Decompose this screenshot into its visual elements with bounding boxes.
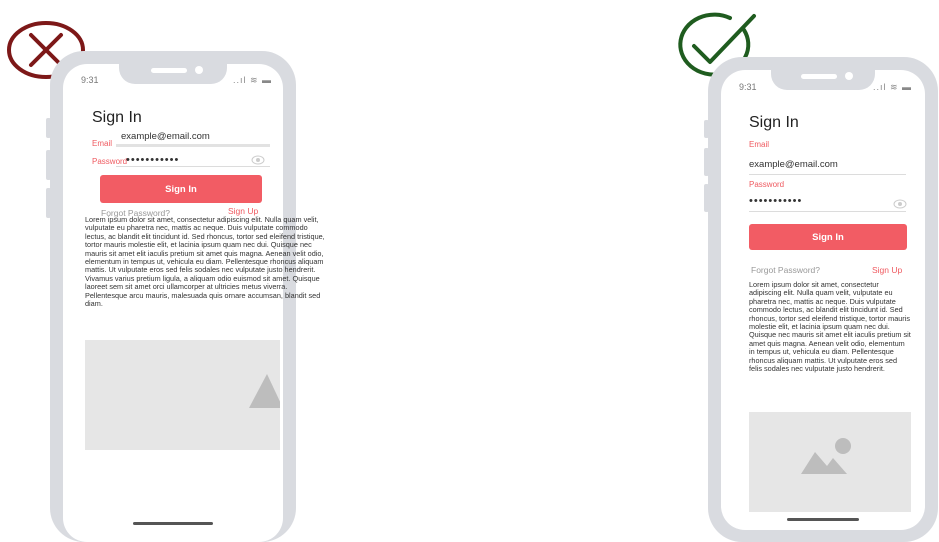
email-label: Email [92, 139, 113, 148]
body-text: Lorem ipsum dolor sit amet, consectetur … [85, 216, 325, 309]
email-underline [116, 144, 270, 147]
home-indicator [787, 518, 859, 521]
side-button [46, 188, 51, 218]
side-button [46, 150, 51, 180]
email-underline [749, 174, 906, 175]
email-field[interactable]: example@email.com [121, 131, 210, 142]
page-title: Sign In [92, 109, 142, 126]
password-underline [749, 211, 906, 212]
side-button [46, 118, 51, 138]
camera [195, 66, 203, 74]
speaker [801, 74, 837, 79]
side-button [704, 120, 709, 138]
home-indicator [133, 522, 213, 525]
phone-notch [771, 70, 875, 90]
status-time: 9:31 [81, 75, 99, 85]
sign-in-button[interactable]: Sign In [100, 175, 262, 203]
good-phone-screen: 9:31 ..ıl ≋ ▬ Sign In Email example@emai… [721, 70, 925, 530]
sign-in-button[interactable]: Sign In [749, 224, 907, 250]
email-field[interactable]: example@email.com [749, 159, 838, 170]
phone-notch [119, 64, 227, 84]
status-icons: ..ıl ≋ ▬ [233, 75, 273, 85]
page-title: Sign In [749, 114, 799, 131]
password-field[interactable]: ••••••••••• [126, 155, 179, 166]
password-field[interactable]: ••••••••••• [749, 196, 802, 207]
body-text: Lorem ipsum dolor sit amet, consectetur … [749, 281, 911, 374]
side-button [704, 184, 709, 212]
password-label: Password [92, 157, 128, 166]
email-label: Email [749, 140, 770, 149]
sign-up-link[interactable]: Sign Up [228, 206, 258, 216]
speaker [151, 68, 187, 73]
image-placeholder [85, 340, 280, 450]
image-icon [249, 374, 280, 408]
sign-up-link[interactable]: Sign Up [872, 265, 902, 275]
image-icon [801, 438, 851, 474]
status-icons: ..ıl ≋ ▬ [873, 82, 913, 92]
password-underline [116, 166, 270, 167]
image-placeholder [749, 412, 911, 512]
side-button [704, 148, 709, 176]
status-time: 9:31 [739, 82, 757, 92]
camera [845, 72, 853, 80]
eye-icon[interactable] [251, 152, 265, 170]
password-label: Password [749, 180, 785, 189]
forgot-password-link[interactable]: Forgot Password? [751, 265, 820, 275]
